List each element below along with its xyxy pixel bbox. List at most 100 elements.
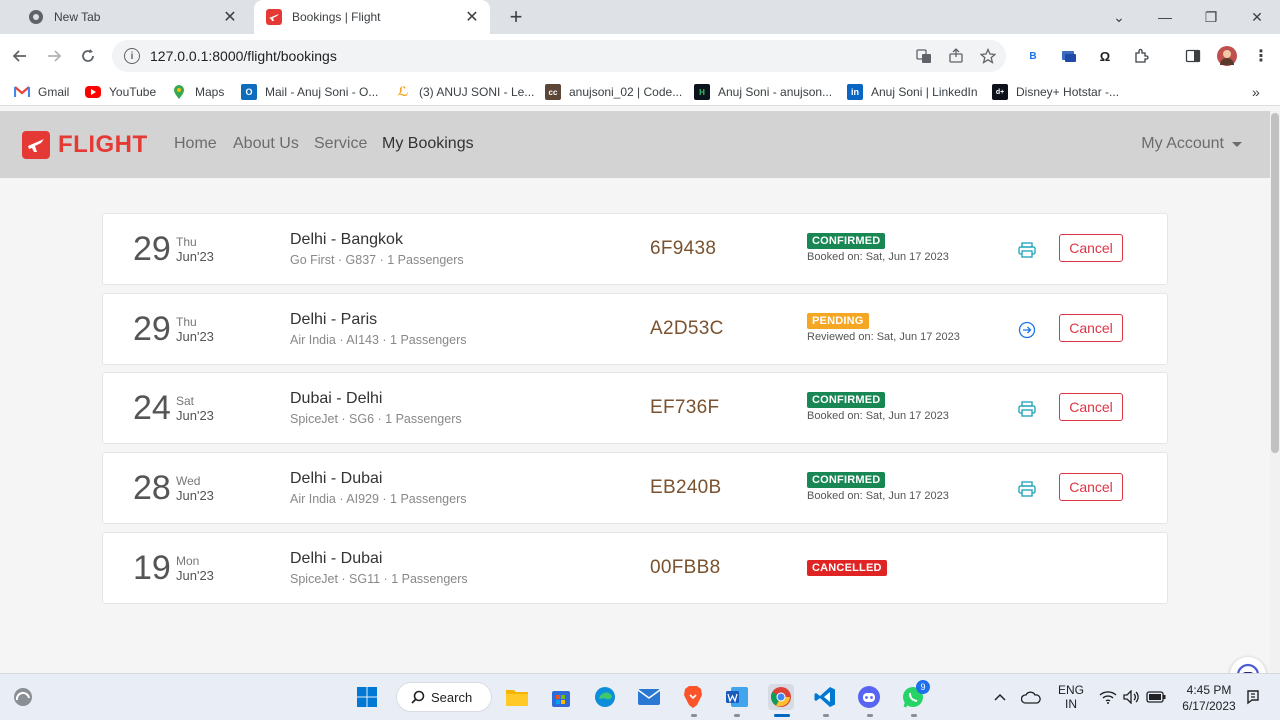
booking-route: Delhi - Paris — [290, 311, 378, 328]
extension-b-icon[interactable]: B — [1024, 47, 1042, 65]
booking-card: 29 Thu Jun'23 Delhi - Bangkok Go First · G83… — [102, 213, 1168, 285]
site-brand[interactable]: FLIGHT — [22, 130, 148, 160]
bookmark-codechef[interactable]: cc anujsoni_02 | Code... — [545, 83, 682, 101]
cancel-button[interactable]: Cancel — [1059, 473, 1123, 501]
bookmark-maps[interactable]: Maps — [171, 83, 224, 101]
cancel-button[interactable]: Cancel — [1059, 393, 1123, 421]
share-icon[interactable] — [947, 47, 965, 65]
hotstar-icon: d+ — [992, 84, 1008, 100]
booking-route: Delhi - Bangkok — [290, 231, 403, 248]
youtube-icon — [85, 86, 101, 98]
mail-icon[interactable] — [636, 684, 662, 710]
whatsapp-icon[interactable]: 9 — [900, 680, 930, 710]
print-icon[interactable] — [1018, 400, 1036, 418]
onedrive-icon[interactable] — [1020, 684, 1042, 710]
clock[interactable]: 4:45 PM 6/17/2023 — [1176, 682, 1242, 714]
edge-icon[interactable] — [592, 684, 618, 710]
language-code: ENG — [1057, 683, 1084, 697]
bookmark-youtube[interactable]: YouTube — [85, 83, 156, 101]
bookmark-outlook[interactable]: O Mail - Anuj Soni - O... — [241, 83, 378, 101]
booking-flight-details: SpiceJet · SG6 · 1 Passengers — [290, 412, 462, 426]
windows-start-icon[interactable] — [354, 684, 380, 710]
clock-time: 4:45 PM — [1186, 683, 1232, 697]
extension-omega-icon[interactable]: Ω — [1096, 47, 1114, 65]
forward-icon[interactable] — [40, 42, 68, 70]
side-panel-icon[interactable] — [1184, 47, 1202, 65]
extension-screen-icon[interactable] — [1060, 47, 1078, 65]
chrome-taskbar-icon[interactable] — [768, 684, 794, 710]
nav-about-us[interactable]: About Us — [233, 135, 299, 153]
browser-menu-icon[interactable]: ⋮ — [1252, 47, 1270, 65]
my-account-dropdown[interactable]: My Account — [1141, 135, 1242, 153]
brave-icon[interactable] — [680, 684, 706, 710]
flight-favicon-icon — [266, 9, 282, 25]
bookmark-label: Disney+ Hotstar -... — [1016, 85, 1120, 99]
bookmark-label: (3) ANUJ SONI - Le... — [419, 85, 535, 99]
scrollbar-thumb[interactable] — [1271, 113, 1279, 453]
notification-icon[interactable] — [1242, 684, 1264, 710]
arrow-right-circle-icon[interactable] — [1018, 321, 1036, 339]
more-bookmarks-icon[interactable]: » — [1252, 83, 1260, 101]
bookmark-star-icon[interactable] — [979, 47, 997, 65]
leetcode-icon: ℒ — [397, 84, 409, 99]
wifi-icon[interactable] — [1097, 684, 1119, 710]
extensions-puzzle-icon[interactable] — [1132, 47, 1150, 65]
word-icon[interactable] — [724, 684, 750, 710]
address-bar[interactable]: i 127.0.0.1:8000/flight/bookings — [112, 40, 1006, 72]
tab-search-icon[interactable]: ⌄ — [1096, 0, 1142, 34]
file-explorer-icon[interactable] — [504, 684, 530, 710]
translate-icon[interactable] — [915, 47, 933, 65]
volume-icon[interactable] — [1121, 684, 1143, 710]
profile-avatar[interactable] — [1217, 46, 1237, 66]
cancel-button[interactable]: Cancel — [1059, 234, 1123, 262]
status-badge: CONFIRMED — [807, 392, 886, 408]
nav-service[interactable]: Service — [314, 135, 367, 153]
vscode-icon[interactable] — [812, 684, 838, 710]
nav-my-bookings[interactable]: My Bookings — [382, 135, 474, 153]
chevron-up-icon[interactable] — [990, 684, 1010, 710]
weather-icon[interactable] — [10, 684, 36, 710]
window-close-icon[interactable]: ✕ — [1234, 0, 1280, 34]
language-indicator[interactable]: ENG IN — [1054, 683, 1088, 711]
bookmark-gmail[interactable]: Gmail — [14, 83, 69, 101]
url-text: 127.0.0.1:8000/flight/bookings — [150, 48, 337, 64]
discord-icon[interactable] — [856, 684, 882, 710]
new-tab-button[interactable]: + — [502, 4, 530, 30]
chat-assistant-button[interactable]: 3 — [1230, 657, 1266, 673]
minimize-icon[interactable]: — — [1142, 0, 1188, 34]
print-icon[interactable] — [1018, 480, 1036, 498]
back-icon[interactable] — [6, 42, 34, 70]
booking-weekday: Mon — [176, 554, 200, 568]
site-info-icon[interactable]: i — [124, 48, 140, 64]
print-icon[interactable] — [1018, 241, 1036, 259]
page-content: FLIGHT Home About Us Service My Bookings… — [0, 111, 1270, 673]
booking-pnr: 6F9438 — [650, 238, 717, 259]
bookmarks-bar: Gmail YouTube Maps O Mail - Anuj Soni - … — [0, 78, 1280, 106]
tab-title: New Tab — [54, 10, 101, 24]
bookmark-linkedin[interactable]: in Anuj Soni | LinkedIn — [847, 83, 978, 101]
microsoft-store-icon[interactable] — [548, 684, 574, 710]
battery-icon[interactable] — [1145, 684, 1167, 710]
running-indicator — [823, 714, 829, 717]
close-tab-icon[interactable]: ✕ — [220, 7, 240, 27]
tab-bookings[interactable]: Bookings | Flight ✕ — [254, 0, 490, 34]
close-tab-icon[interactable]: ✕ — [462, 7, 482, 27]
nav-home[interactable]: Home — [174, 135, 217, 153]
restore-icon[interactable]: ❐ — [1188, 0, 1234, 34]
booking-month: Jun'23 — [176, 249, 214, 264]
bookmark-hotstar[interactable]: d+ Disney+ Hotstar -... — [992, 83, 1119, 101]
bookmark-hackerrank[interactable]: H Anuj Soni - anujson... — [694, 83, 832, 101]
windows-taskbar: Search 9 ENG IN 4:45 PM 6/17/2023 — [0, 673, 1280, 720]
bookmark-leetcode[interactable]: ℒ (3) ANUJ SONI - Le... — [395, 83, 534, 101]
tab-new-tab[interactable]: New Tab ✕ — [16, 0, 248, 34]
taskbar-search[interactable]: Search — [396, 682, 492, 712]
booking-day: 24 — [133, 389, 171, 427]
booking-day: 29 — [133, 230, 171, 268]
booking-pnr: EF736F — [650, 397, 720, 418]
tab-title: Bookings | Flight — [292, 10, 381, 24]
page-scrollbar[interactable] — [1270, 111, 1280, 673]
reload-icon[interactable] — [74, 42, 102, 70]
booking-date-note: Booked on: Sat, Jun 17 2023 — [807, 490, 949, 502]
bookmark-label: Anuj Soni | LinkedIn — [871, 85, 978, 99]
cancel-button[interactable]: Cancel — [1059, 314, 1123, 342]
